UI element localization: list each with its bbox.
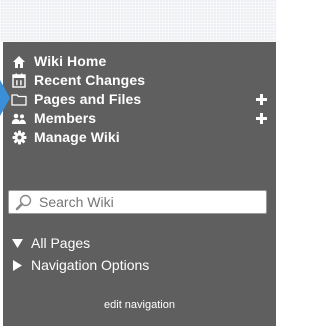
nav-item-recent-changes[interactable]: Recent Changes xyxy=(11,71,268,90)
nav-item-label: Pages and Files xyxy=(34,91,142,107)
add-page-plus-icon[interactable] xyxy=(255,93,268,106)
nav-item-wiki-home[interactable]: Wiki Home xyxy=(11,52,268,71)
nav-item-members[interactable]: Members xyxy=(11,109,268,128)
page-tree: All Pages Navigation Options xyxy=(11,232,149,276)
triangle-down-icon[interactable] xyxy=(11,237,23,249)
nav-item-label: Manage Wiki xyxy=(34,129,120,145)
edit-navigation-link[interactable]: edit navigation xyxy=(3,299,276,311)
gear-icon xyxy=(11,130,27,146)
search-input[interactable] xyxy=(39,194,259,210)
add-member-plus-icon[interactable] xyxy=(255,112,268,125)
tree-item-label: All Pages xyxy=(31,235,91,251)
members-icon xyxy=(11,111,27,127)
search-box[interactable] xyxy=(8,190,267,214)
nav-item-pages-and-files[interactable]: Pages and Files xyxy=(11,90,268,109)
wiki-sidebar-screenshot: Wiki Home Recent Changes Pages and Files… xyxy=(0,0,276,326)
header-texture xyxy=(0,0,276,42)
magnifier-icon xyxy=(15,193,33,211)
pointer-arrow-icon xyxy=(0,80,10,116)
nav-item-manage-wiki[interactable]: Manage Wiki xyxy=(11,128,268,147)
sidebar: Wiki Home Recent Changes Pages and Files… xyxy=(3,42,276,326)
tree-item-all-pages[interactable]: All Pages xyxy=(11,232,149,254)
tree-item-label: Navigation Options xyxy=(31,257,150,273)
navigation-menu: Wiki Home Recent Changes Pages and Files… xyxy=(11,52,268,147)
tree-item-navigation-options[interactable]: Navigation Options xyxy=(11,254,149,276)
nav-item-label: Members xyxy=(34,110,97,126)
triangle-right-icon[interactable] xyxy=(11,259,23,271)
folder-icon xyxy=(11,92,27,108)
house-icon xyxy=(11,54,27,70)
nav-item-label: Recent Changes xyxy=(34,72,146,88)
calendar-icon xyxy=(11,73,27,89)
nav-item-label: Wiki Home xyxy=(34,53,107,69)
